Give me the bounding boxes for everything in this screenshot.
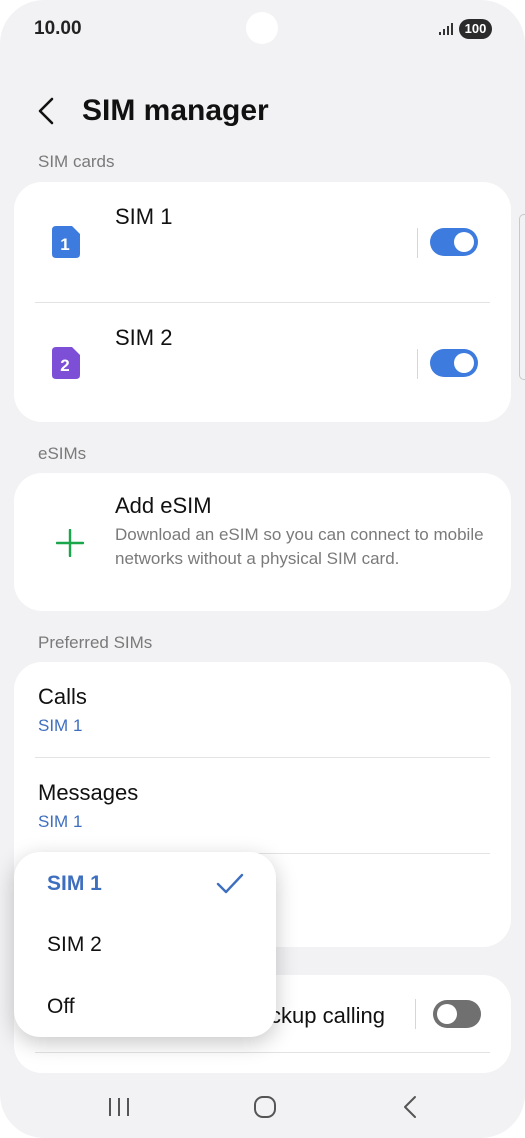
sim-1-toggle[interactable] — [430, 228, 478, 256]
battery-icon: 100 — [459, 19, 492, 39]
status-time: 10.00 — [34, 18, 82, 39]
preferred-messages-row[interactable]: Messages SIM 1 — [14, 758, 511, 853]
status-bar: 10.00 100 — [0, 0, 525, 60]
scrollbar[interactable] — [519, 214, 525, 380]
sim-2-toggle[interactable] — [430, 349, 478, 377]
sim-row-1[interactable]: 1 SIM 1 — [14, 182, 511, 302]
add-esim-description: Download an eSIM so you can connect to m… — [115, 525, 484, 568]
sim-2-name: SIM 2 — [115, 325, 173, 350]
divider — [417, 349, 418, 379]
backup-calling-toggle[interactable] — [433, 1000, 481, 1028]
backup-calling-label: ckup calling — [270, 1003, 385, 1028]
app-header: SIM manager — [0, 80, 525, 140]
messages-value: SIM 1 — [38, 812, 83, 831]
add-esim-title: Add eSIM — [115, 493, 212, 518]
phone-screen: 10.00 100 SIM manager SIM cards 1 SIM 1 — [0, 0, 525, 1138]
home-icon[interactable] — [250, 1092, 280, 1122]
sim-2-icon: 2 — [52, 347, 80, 379]
divider — [417, 228, 418, 258]
divider — [415, 999, 416, 1029]
section-label-preferred-sims: Preferred SIMs — [38, 633, 153, 652]
sim-1-icon: 1 — [52, 226, 80, 258]
recent-apps-icon[interactable] — [104, 1092, 134, 1122]
sim-select-dropdown: SIM 1 SIM 2 Off — [14, 852, 276, 1037]
sim-1-name: SIM 1 — [115, 204, 173, 229]
calls-value: SIM 1 — [38, 716, 83, 735]
svg-text:1: 1 — [60, 235, 69, 254]
preferred-calls-row[interactable]: Calls SIM 1 — [14, 662, 511, 757]
signal-icon — [439, 23, 453, 35]
row-separator — [35, 1052, 490, 1053]
option-off[interactable]: Off — [47, 995, 75, 1019]
svg-text:2: 2 — [60, 356, 69, 375]
back-arrow-icon[interactable] — [34, 96, 58, 126]
option-sim-2[interactable]: SIM 2 — [47, 933, 102, 957]
sim-row-2[interactable]: 2 SIM 2 — [14, 303, 511, 422]
messages-label: Messages — [38, 780, 139, 805]
sim-cards-card: 1 SIM 1 2 SIM 2 — [14, 182, 511, 422]
navigation-bar — [0, 1076, 525, 1138]
section-label-esims: eSIMs — [38, 444, 87, 463]
front-camera-cutout — [246, 12, 278, 44]
option-sim-1[interactable]: SIM 1 — [47, 872, 102, 896]
calls-label: Calls — [38, 684, 87, 709]
plus-icon — [56, 529, 84, 557]
section-label-sim-cards: SIM cards — [38, 152, 115, 171]
check-icon — [216, 873, 244, 894]
back-nav-icon[interactable] — [396, 1092, 426, 1122]
add-esim-card[interactable]: Add eSIM Download an eSIM so you can con… — [14, 473, 511, 611]
page-title: SIM manager — [82, 94, 269, 127]
